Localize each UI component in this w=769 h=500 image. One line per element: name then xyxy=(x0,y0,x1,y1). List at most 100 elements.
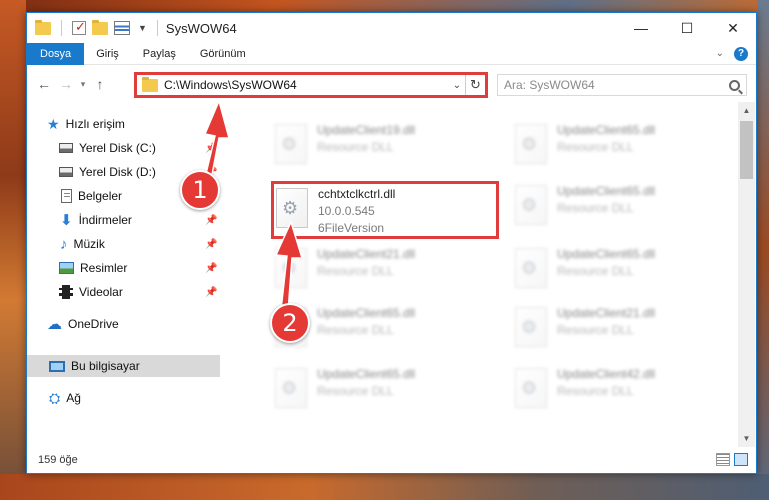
list-item[interactable]: UpdateClient65.dll Resource DLL xyxy=(515,181,735,231)
address-path[interactable]: C:\Windows\SysWOW64 xyxy=(164,78,449,92)
file-type: Resource DLL xyxy=(317,323,394,337)
list-item[interactable]: UpdateClient42.dll Resource DLL xyxy=(515,364,735,414)
ribbon-tabs: Dosya Giriş Paylaş Görünüm ⌄ ? xyxy=(27,42,756,65)
window-controls: — ☐ ✕ xyxy=(618,13,756,43)
file-type: Resource DLL xyxy=(557,323,634,337)
sidebar-item-label: Müzik xyxy=(73,237,105,251)
sidebar-item-label: İndirmeler xyxy=(78,213,132,227)
dll-file-icon xyxy=(276,188,308,228)
list-item[interactable]: UpdateClient19.dll Resource DLL xyxy=(275,120,495,170)
sidebar-item-quick-access[interactable]: ★ Hızlı erişim xyxy=(27,113,220,135)
sidebar-item-videos[interactable]: Videolar 📌 xyxy=(27,281,220,303)
tab-paylas[interactable]: Paylaş xyxy=(131,43,188,65)
highlighted-file-item[interactable]: cchtxtclkctrl.dll 10.0.0.545 6FileVersio… xyxy=(271,181,499,239)
pin-icon[interactable]: 📌 xyxy=(205,215,217,226)
tab-dosya[interactable]: Dosya xyxy=(27,42,85,65)
file-type: Resource DLL xyxy=(557,201,634,215)
file-name: UpdateClient19.dll xyxy=(317,123,416,137)
address-dropdown-icon[interactable]: ⌄ xyxy=(449,80,465,91)
quick-access-toolbar: ▼ xyxy=(27,19,162,36)
file-name: cchtxtclkctrl.dll xyxy=(318,187,396,201)
dll-file-icon xyxy=(275,248,307,288)
expand-ribbon-icon[interactable]: ⌄ xyxy=(716,48,724,59)
file-name: UpdateClient65.dll xyxy=(557,123,656,137)
minimize-button[interactable]: — xyxy=(618,13,664,43)
close-button[interactable]: ✕ xyxy=(710,13,756,43)
address-folder-icon xyxy=(142,76,158,92)
sidebar-item-onedrive[interactable]: ☁ OneDrive xyxy=(27,313,220,335)
explorer-window: ▼ SysWOW64 — ☐ ✕ Dosya Giriş Paylaş Görü… xyxy=(26,12,757,474)
file-name: UpdateClient65.dll xyxy=(317,367,416,381)
maximize-button[interactable]: ☐ xyxy=(664,13,710,43)
vertical-scrollbar[interactable]: ▲ ▼ xyxy=(738,102,755,447)
list-item[interactable]: cchtxtclkctrl.dll 10.0.0.545 6FileVersio… xyxy=(276,184,496,235)
search-input[interactable]: Ara: SysWOW64 xyxy=(497,74,747,96)
up-arrow-icon[interactable]: ↑ xyxy=(89,73,111,95)
new-folder-icon[interactable] xyxy=(92,19,108,35)
view-toggle xyxy=(716,453,748,466)
quick-access-dropdown-icon[interactable]: ▼ xyxy=(138,23,147,33)
pin-icon[interactable]: 📌 xyxy=(205,239,217,250)
file-type: Resource DLL xyxy=(317,140,394,154)
computer-icon xyxy=(49,360,65,372)
folder-icon xyxy=(35,19,51,35)
customize-list-icon[interactable] xyxy=(114,21,130,35)
sidebar-item-label: Belgeler xyxy=(78,189,123,203)
sidebar-item-label: Yerel Disk (C:) xyxy=(79,141,156,155)
help-icon[interactable]: ? xyxy=(734,46,748,61)
sidebar-item-label: OneDrive xyxy=(68,317,119,331)
pin-icon[interactable]: 📌 xyxy=(205,143,217,154)
list-item[interactable]: UpdateClient21.dll Resource DLL xyxy=(275,244,495,294)
toolbar-divider xyxy=(61,20,62,36)
music-note-icon: ♪ xyxy=(60,235,68,253)
pin-icon[interactable]: 📌 xyxy=(205,263,217,274)
scrollbar-thumb[interactable] xyxy=(740,121,753,179)
dll-file-icon xyxy=(275,368,307,408)
window-title: SysWOW64 xyxy=(165,20,237,36)
tab-giris[interactable]: Giriş xyxy=(84,43,131,65)
recent-locations-dropdown-icon[interactable]: ▾ xyxy=(77,79,89,90)
sidebar-item-local-disk-c[interactable]: Yerel Disk (C:) 📌 xyxy=(27,137,220,159)
dll-file-icon xyxy=(275,124,307,164)
sidebar-item-music[interactable]: ♪ Müzik 📌 xyxy=(27,233,220,255)
list-item[interactable]: UpdateClient65.dll Resource DLL xyxy=(275,364,495,414)
navigation-bar: ← → ▾ ↑ C:\Windows\SysWOW64 ⌄ ↻ Ara: Sys… xyxy=(27,66,756,102)
film-icon xyxy=(59,285,73,299)
large-icons-view-icon[interactable] xyxy=(734,453,748,466)
desktop-background-right xyxy=(757,0,769,500)
download-arrow-icon: ⬇ xyxy=(60,212,73,229)
dll-file-icon xyxy=(515,124,547,164)
ribbon-right-controls: ⌄ ? xyxy=(716,46,756,61)
drive-icon xyxy=(59,167,73,177)
address-bar[interactable]: C:\Windows\SysWOW64 ⌄ ↻ xyxy=(134,72,488,98)
step-badge-2: 2 xyxy=(270,303,310,343)
dll-file-icon xyxy=(515,185,547,225)
list-item[interactable]: UpdateClient65.dll Resource DLL xyxy=(515,120,735,170)
file-type: Resource DLL xyxy=(557,140,634,154)
sidebar-item-pictures[interactable]: Resimler 📌 xyxy=(27,257,220,279)
list-item[interactable]: UpdateClient65.dll Resource DLL xyxy=(515,244,735,294)
tab-gorunum[interactable]: Görünüm xyxy=(188,43,258,65)
forward-arrow-icon[interactable]: → xyxy=(55,73,77,95)
step-badge-1: 1 xyxy=(180,170,220,210)
back-arrow-icon[interactable]: ← xyxy=(33,73,55,95)
details-view-icon[interactable] xyxy=(716,453,730,466)
sidebar-item-label: Ağ xyxy=(66,391,81,405)
refresh-icon[interactable]: ↻ xyxy=(465,75,485,95)
sidebar-item-network[interactable]: ⛭ Ağ xyxy=(27,387,220,409)
file-list: UpdateClient19.dll Resource DLL cchtxtcl… xyxy=(220,102,738,447)
scroll-up-icon[interactable]: ▲ xyxy=(738,102,755,119)
sidebar-item-downloads[interactable]: ⬇ İndirmeler 📌 xyxy=(27,209,220,231)
sidebar-item-label: Resimler xyxy=(80,261,128,275)
pin-icon[interactable]: 📌 xyxy=(205,287,217,298)
navigation-pane: ★ Hızlı erişim Yerel Disk (C:) 📌 Yerel D… xyxy=(27,102,220,447)
file-name: UpdateClient21.dll xyxy=(317,247,416,261)
list-item[interactable]: UpdateClient21.dll Resource DLL xyxy=(515,303,735,353)
scroll-down-icon[interactable]: ▼ xyxy=(738,430,755,447)
sidebar-item-label: Yerel Disk (D:) xyxy=(79,165,156,179)
sidebar-item-this-pc[interactable]: Bu bilgisayar xyxy=(27,355,220,377)
file-name: UpdateClient65.dll xyxy=(557,247,656,261)
dll-file-icon xyxy=(515,307,547,347)
file-name: UpdateClient65.dll xyxy=(557,184,656,198)
properties-check-icon[interactable] xyxy=(72,19,86,35)
